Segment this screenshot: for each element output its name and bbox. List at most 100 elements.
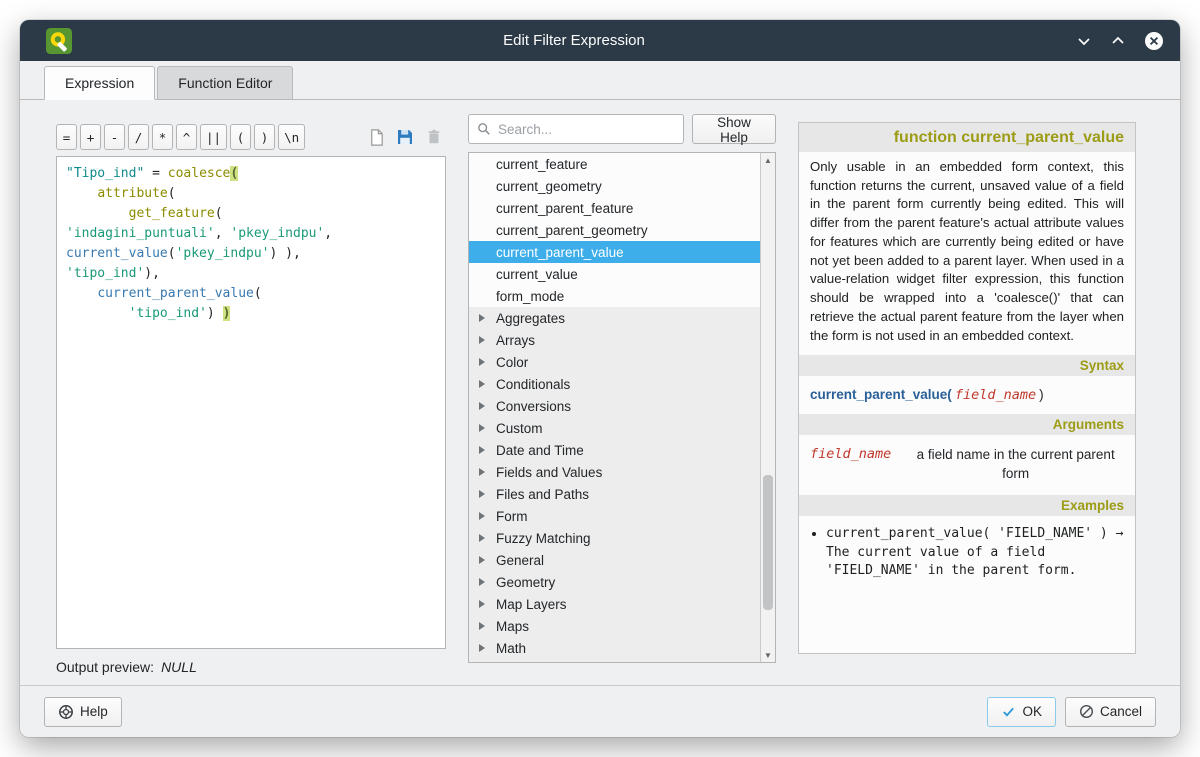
function-item-current-value[interactable]: current_value bbox=[469, 263, 760, 285]
cancel-button-label: Cancel bbox=[1100, 704, 1142, 719]
function-group-conditionals[interactable]: Conditionals bbox=[469, 373, 760, 395]
show-help-button[interactable]: Show Help bbox=[692, 114, 776, 144]
function-item-form-mode[interactable]: form_mode bbox=[469, 285, 760, 307]
output-preview-label: Output preview: bbox=[56, 659, 154, 675]
operator-button[interactable]: / bbox=[128, 124, 149, 150]
help-button[interactable]: Help bbox=[44, 697, 122, 727]
ok-button[interactable]: OK bbox=[987, 697, 1056, 727]
function-group-aggregates[interactable]: Aggregates bbox=[469, 307, 760, 329]
operator-button[interactable]: = bbox=[56, 124, 77, 150]
function-item-current-parent-value[interactable]: current_parent_value bbox=[469, 241, 760, 263]
operator-button[interactable]: + bbox=[80, 124, 101, 150]
operator-button[interactable]: - bbox=[104, 124, 125, 150]
help-description: Only usable in an embedded form context,… bbox=[799, 152, 1135, 355]
function-label: current_parent_feature bbox=[496, 201, 633, 216]
operator-button[interactable]: || bbox=[200, 124, 227, 150]
function-group-general[interactable]: General bbox=[469, 549, 760, 571]
function-group-operators[interactable]: Operators bbox=[469, 659, 760, 662]
function-label: Date and Time bbox=[496, 443, 584, 458]
function-group-maps[interactable]: Maps bbox=[469, 615, 760, 637]
ok-button-label: OK bbox=[1022, 704, 1042, 719]
function-group-conversions[interactable]: Conversions bbox=[469, 395, 760, 417]
operator-button[interactable]: ( bbox=[230, 124, 251, 150]
titlebar[interactable]: Edit Filter Expression bbox=[20, 20, 1180, 61]
function-group-map-layers[interactable]: Map Layers bbox=[469, 593, 760, 615]
maximize-window-button[interactable] bbox=[1110, 33, 1126, 49]
scrollbar-thumb[interactable] bbox=[763, 475, 773, 610]
expand-triangle-icon bbox=[479, 600, 485, 608]
save-icon bbox=[395, 127, 415, 147]
function-group-math[interactable]: Math bbox=[469, 637, 760, 659]
expression-code-editor[interactable]: "Tipo_ind" = coalesce( attribute( get_fe… bbox=[56, 156, 446, 649]
expand-triangle-icon bbox=[479, 512, 485, 520]
shade-window-button[interactable] bbox=[1076, 33, 1092, 49]
expression-file-buttons bbox=[364, 125, 446, 149]
help-function-title: function current_parent_value bbox=[799, 123, 1135, 152]
help-icon bbox=[58, 704, 74, 720]
function-label: current_value bbox=[496, 267, 578, 282]
function-label: Math bbox=[496, 641, 526, 656]
code-line: "Tipo_ind" = coalesce( bbox=[66, 164, 436, 184]
expand-triangle-icon bbox=[479, 644, 485, 652]
search-input[interactable] bbox=[498, 122, 675, 137]
help-syntax-header: Syntax bbox=[799, 355, 1135, 376]
expand-triangle-icon bbox=[479, 424, 485, 432]
function-group-fuzzy-matching[interactable]: Fuzzy Matching bbox=[469, 527, 760, 549]
scrollbar-track[interactable] bbox=[761, 167, 775, 648]
scroll-up-arrow-icon[interactable]: ▲ bbox=[761, 153, 775, 167]
operator-button[interactable]: ) bbox=[254, 124, 275, 150]
function-label: current_feature bbox=[496, 157, 588, 172]
function-group-geometry[interactable]: Geometry bbox=[469, 571, 760, 593]
tab-expression[interactable]: Expression bbox=[44, 66, 155, 100]
function-list-scrollbar[interactable]: ▲ ▼ bbox=[760, 153, 775, 662]
syntax-argument: field_name bbox=[952, 387, 1039, 403]
function-label: Map Layers bbox=[496, 597, 567, 612]
function-label: Color bbox=[496, 355, 528, 370]
argument-description: a field name in the current parent form bbox=[907, 446, 1124, 484]
new-expression-button[interactable] bbox=[364, 125, 388, 149]
save-expression-button[interactable] bbox=[393, 125, 417, 149]
expression-tab-content: =+-/*^||()\n bbox=[20, 100, 1180, 685]
output-preview: Output preview: NULL bbox=[56, 659, 446, 675]
function-label: Aggregates bbox=[496, 311, 565, 326]
code-line: 'tipo_ind') ) bbox=[66, 304, 436, 324]
expand-triangle-icon bbox=[479, 534, 485, 542]
tab-function-editor[interactable]: Function Editor bbox=[157, 66, 293, 99]
operator-button[interactable]: ^ bbox=[176, 124, 197, 150]
function-item-current-parent-feature[interactable]: current_parent_feature bbox=[469, 197, 760, 219]
function-group-date-and-time[interactable]: Date and Time bbox=[469, 439, 760, 461]
function-item-current-geometry[interactable]: current_geometry bbox=[469, 175, 760, 197]
function-group-form[interactable]: Form bbox=[469, 505, 760, 527]
search-row: Show Help bbox=[468, 114, 776, 144]
operator-button[interactable]: \n bbox=[278, 124, 305, 150]
expand-triangle-icon bbox=[479, 358, 485, 366]
function-group-custom[interactable]: Custom bbox=[469, 417, 760, 439]
desktop-background: Edit Filter Expression Expression Functi… bbox=[0, 0, 1200, 757]
function-group-arrays[interactable]: Arrays bbox=[469, 329, 760, 351]
function-group-fields-and-values[interactable]: Fields and Values bbox=[469, 461, 760, 483]
operator-button[interactable]: * bbox=[152, 124, 173, 150]
function-item-current-feature[interactable]: current_feature bbox=[469, 153, 760, 175]
help-examples-header: Examples bbox=[799, 495, 1135, 516]
close-window-button[interactable] bbox=[1144, 31, 1164, 51]
function-label: current_parent_geometry bbox=[496, 223, 648, 238]
function-label: Form bbox=[496, 509, 528, 524]
function-group-color[interactable]: Color bbox=[469, 351, 760, 373]
expand-triangle-icon bbox=[479, 468, 485, 476]
function-label: Arrays bbox=[496, 333, 535, 348]
ok-check-icon bbox=[1001, 704, 1016, 719]
function-item-current-parent-geometry[interactable]: current_parent_geometry bbox=[469, 219, 760, 241]
cancel-button[interactable]: Cancel bbox=[1065, 697, 1156, 727]
search-box[interactable] bbox=[468, 114, 684, 144]
function-group-files-and-paths[interactable]: Files and Paths bbox=[469, 483, 760, 505]
expand-triangle-icon bbox=[479, 380, 485, 388]
example-item: current_parent_value( 'FIELD_NAME' ) → T… bbox=[826, 525, 1124, 580]
cancel-icon bbox=[1079, 704, 1094, 719]
expression-editor-panel: =+-/*^||()\n bbox=[56, 114, 446, 675]
expand-triangle-icon bbox=[479, 490, 485, 498]
delete-expression-button[interactable] bbox=[422, 125, 446, 149]
help-syntax-content: current_parent_value(field_name) bbox=[799, 376, 1135, 414]
code-line: current_value('pkey_indpu') ), bbox=[66, 244, 436, 264]
scroll-down-arrow-icon[interactable]: ▼ bbox=[761, 648, 775, 662]
help-panel: function current_parent_value Only usabl… bbox=[798, 122, 1136, 654]
